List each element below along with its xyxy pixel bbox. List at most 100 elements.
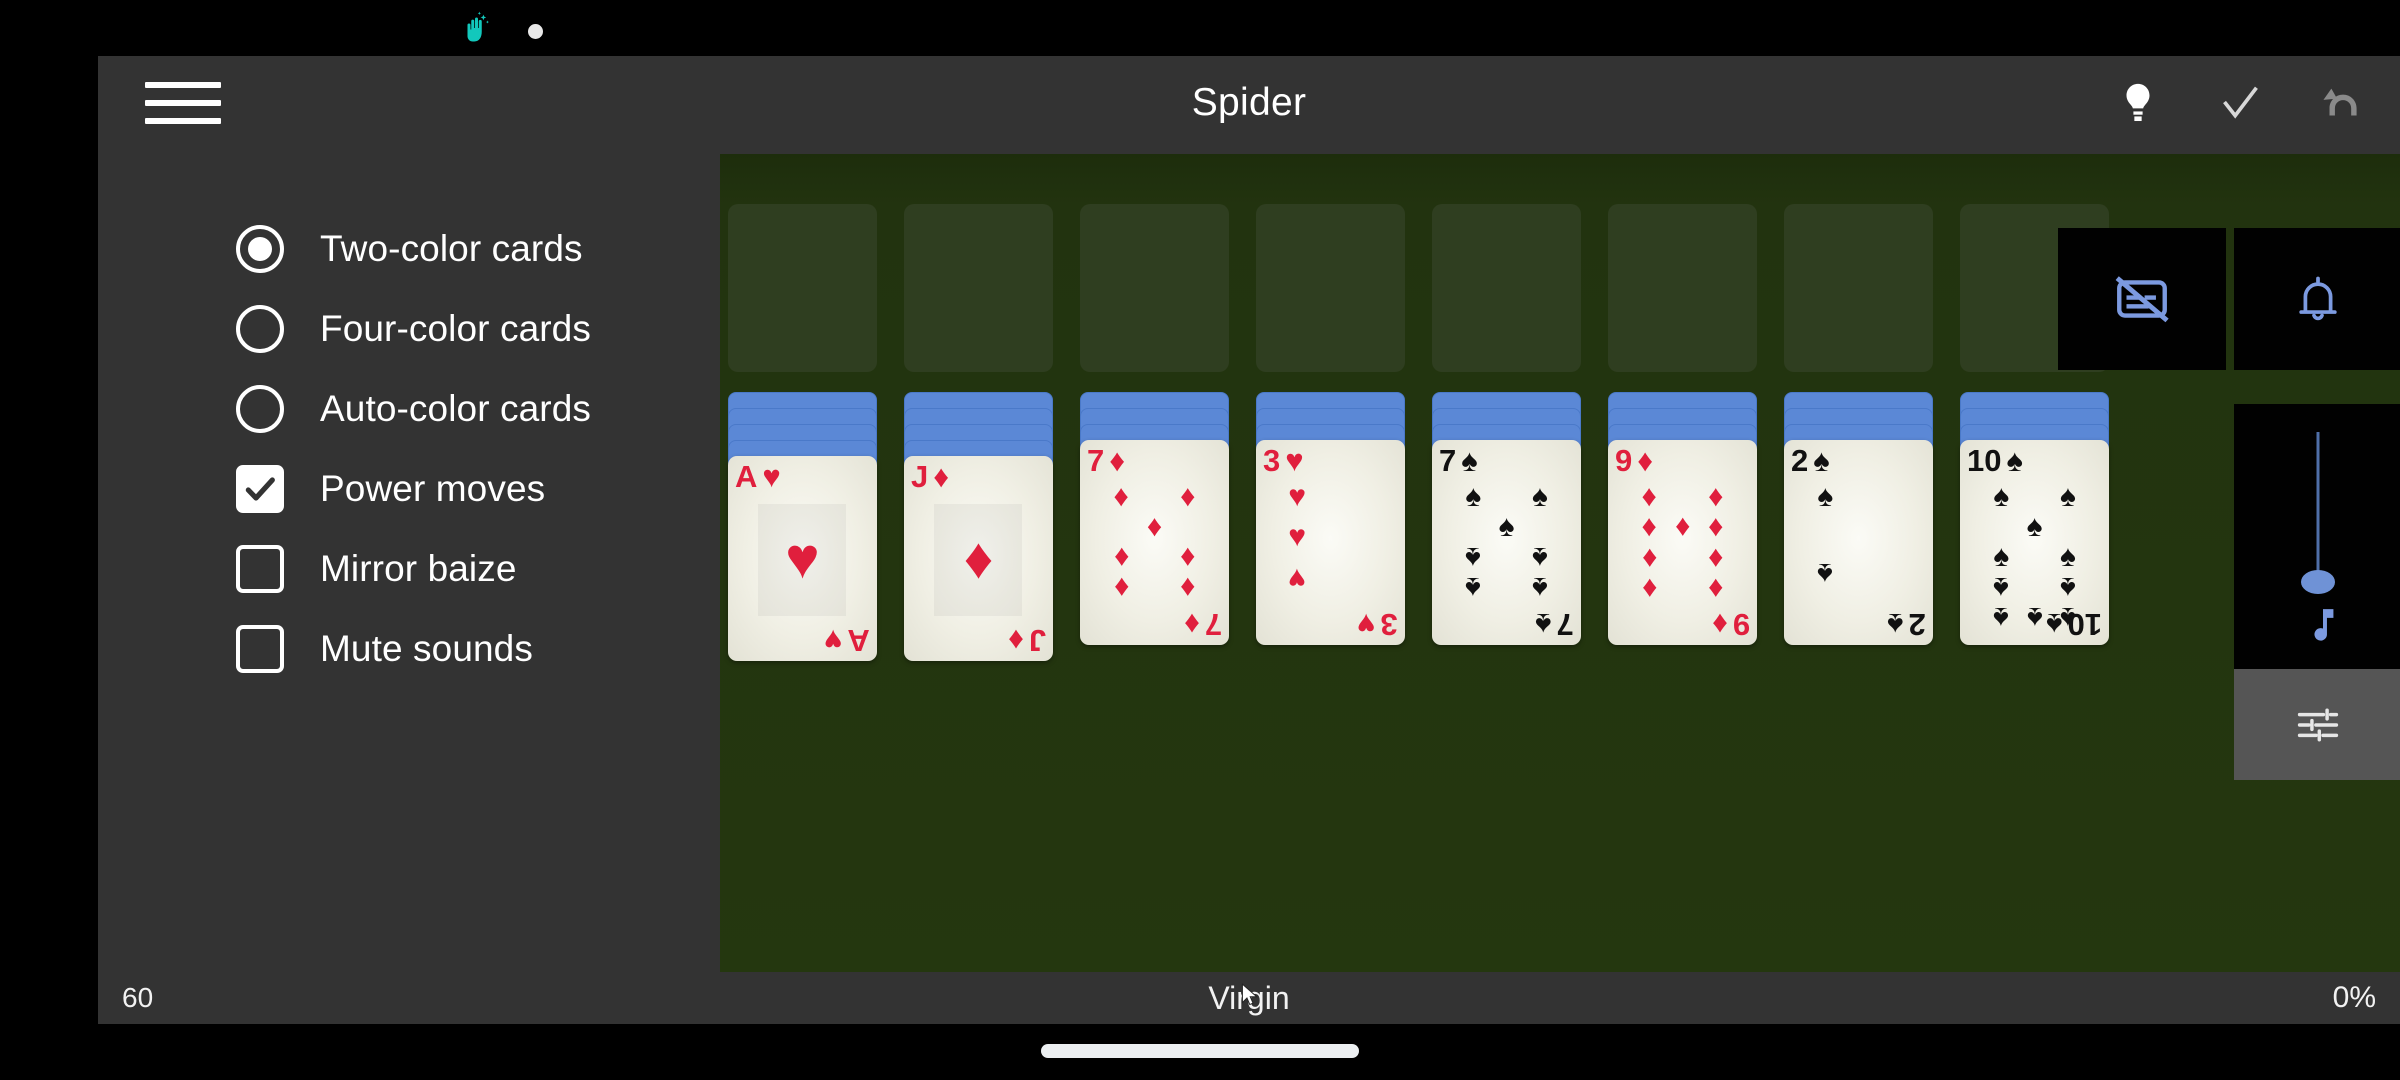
card-rank: J [1028, 623, 1046, 658]
card-rank: 9 [1615, 443, 1633, 478]
volume-slider-track [2316, 432, 2320, 577]
foundation-slot[interactable] [728, 204, 877, 372]
card-rank: 7 [1556, 607, 1574, 642]
checkbox-icon[interactable] [236, 545, 284, 593]
card-pip: ♦ [1708, 510, 1724, 544]
card-corner-bottom-right: J ♦ [1007, 623, 1046, 658]
foundation-slot[interactable] [1080, 204, 1229, 372]
radio-icon[interactable] [236, 305, 284, 353]
foundation-slot[interactable] [904, 204, 1053, 372]
radio-icon[interactable] [236, 225, 284, 273]
option-two-color-cards[interactable]: Two-color cards [98, 209, 720, 289]
card-corner-bottom-right: 10 ♠ [2046, 607, 2102, 642]
card-pip: ♠ [2059, 571, 2076, 604]
card-corner-top-left: 10 ♠ [1967, 445, 2023, 476]
face-up-card[interactable]: 3 ♥ ♥ ♥ ♥ 3 ♥ [1256, 440, 1405, 645]
card-suit-icon: ♥ [1357, 607, 1376, 642]
checkbox-icon[interactable] [236, 465, 284, 513]
card-pip: ♥ [1288, 561, 1307, 595]
card-suit-icon: ♦ [1109, 443, 1126, 478]
card-pips: ♦ [904, 498, 1053, 619]
option-mirror-baize[interactable]: Mirror baize [98, 529, 720, 609]
settings-drawer[interactable]: Two-color cards Four-color cards Auto-colo… [98, 149, 720, 1024]
face-up-card[interactable]: 9 ♦ ♦ ♦ ♦ ♦ ♦ ♦ ♦ ♦ ♦ 9 ♦ [1608, 440, 1757, 645]
card-suit-icon: ♠ [1535, 607, 1552, 642]
face-up-card[interactable]: A ♥ ♥ A ♥ [728, 456, 877, 661]
card-suit-icon: ♦ [1711, 607, 1728, 642]
card-corner-bottom-right: A ♥ [824, 623, 870, 658]
app-window: Spider A ♥ ♥ A ♥ J ♦ ♦ J ♦ 7 ♦ ♦ ♦ ♦ ♦ ♦… [98, 56, 2400, 1024]
card-rank: 2 [1791, 443, 1809, 478]
equalizer-icon [2297, 708, 2339, 741]
card-suit-icon: ♦ [1007, 623, 1024, 658]
card-pip: ♦ [1641, 541, 1657, 575]
foundation-slot[interactable] [1608, 204, 1757, 372]
card-pip: ♠ [2026, 601, 2043, 634]
page-title: Spider [1191, 81, 1307, 124]
foundation-slot[interactable] [1256, 204, 1405, 372]
card-pips: ♥ ♥ ♥ [1256, 482, 1405, 603]
notification-bell-button[interactable] [2234, 228, 2400, 370]
check-icon [245, 477, 275, 501]
card-suit-icon: ♥ [1285, 443, 1304, 478]
volume-slider[interactable] [2234, 404, 2400, 669]
card-pip: ♦ [1674, 511, 1691, 545]
tableau-columns[interactable]: A ♥ ♥ A ♥ J ♦ ♦ J ♦ 7 ♦ ♦ ♦ ♦ ♦ ♦ ♦ ♦ 7 ♦ 3 ♥ ♥ ♥ ♥ 3 ♥ 7 ♠ ♠ ♠ ♠ ♠ ♠ ♠ ♠ 7 ♠ 9… [720, 392, 2400, 662]
dot-icon [528, 24, 543, 39]
card-suit-icon: ♥ [824, 623, 843, 658]
card-pip: ♦ [1641, 571, 1657, 605]
foundation-slot[interactable] [1432, 204, 1581, 372]
card-pips: ♠ ♠ [1784, 482, 1933, 603]
card-pip: ♦ [1708, 480, 1724, 513]
checkbox-icon[interactable] [236, 625, 284, 673]
option-label: Power moves [320, 468, 546, 509]
card-corner-top-left: 7 ♠ [1439, 445, 1478, 476]
face-up-card[interactable]: J ♦ ♦ J ♦ [904, 456, 1053, 661]
card-center-pip: ♦ [963, 525, 994, 591]
confirm-button[interactable] [2212, 75, 2268, 131]
card-pip: ♠ [1993, 480, 2010, 513]
hint-button[interactable] [2110, 75, 2166, 131]
undo-button[interactable] [2314, 75, 2370, 131]
card-suit-icon: ♠ [1813, 443, 1830, 478]
card-rank: 9 [1732, 607, 1750, 642]
face-up-card[interactable]: 7 ♠ ♠ ♠ ♠ ♠ ♠ ♠ ♠ 7 ♠ [1432, 440, 1581, 645]
card-center-pip: ♥ [785, 525, 820, 591]
card-pip: ♦ [1180, 480, 1196, 513]
card-pip: ♠ [2026, 510, 2043, 543]
lightbulb-icon [2126, 83, 2150, 121]
audio-settings-button[interactable] [2234, 669, 2400, 780]
card-pip: ♠ [1531, 541, 1548, 575]
subtitles-off-icon [2115, 276, 2169, 323]
card-suit-icon: ♠ [2046, 607, 2063, 642]
card-pips: ♥ [728, 498, 877, 619]
foundation-slot[interactable] [1784, 204, 1933, 372]
card-rank: 7 [1087, 443, 1105, 478]
card-pip: ♦ [1180, 571, 1196, 605]
face-up-card[interactable]: 7 ♦ ♦ ♦ ♦ ♦ ♦ ♦ ♦ 7 ♦ [1080, 440, 1229, 645]
radio-icon[interactable] [236, 385, 284, 433]
app-bar-actions [2110, 56, 2370, 149]
game-variant-label: Virgin [1208, 980, 1290, 1016]
volume-slider-thumb[interactable] [2301, 570, 2335, 594]
face-up-card[interactable]: 10 ♠ ♠ ♠ ♠ ♠ ♠ ♠ ♠ ♠ ♠ ♠ 10 ♠ [1960, 440, 2109, 645]
bottom-status-bar: 60 Virgin 0% [98, 972, 2400, 1024]
card-pip: ♠ [1531, 480, 1548, 513]
card-pip: ♠ [1531, 571, 1548, 605]
option-four-color-cards[interactable]: Four-color cards [98, 289, 720, 369]
option-power-moves[interactable]: Power moves [98, 449, 720, 529]
gesture-nav-pill[interactable] [1041, 1044, 1359, 1058]
card-pip: ♦ [1113, 571, 1129, 605]
card-pip: ♠ [1817, 556, 1834, 590]
option-mute-sounds[interactable]: Mute sounds [98, 609, 720, 689]
check-icon [2223, 86, 2258, 119]
card-rank: A [735, 459, 758, 494]
face-up-card[interactable]: 2 ♠ ♠ ♠ 2 ♠ [1784, 440, 1933, 645]
card-suit-icon: ♦ [1637, 443, 1654, 478]
card-rank: J [911, 459, 929, 494]
subtitles-toggle-button[interactable] [2058, 228, 2226, 370]
option-auto-color-cards[interactable]: Auto-color cards [98, 369, 720, 449]
card-pip: ♦ [1113, 480, 1129, 513]
card-corner-top-left: J ♦ [911, 461, 949, 492]
card-pips: ♠ ♠ ♠ ♠ ♠ ♠ ♠ [1432, 480, 1581, 605]
